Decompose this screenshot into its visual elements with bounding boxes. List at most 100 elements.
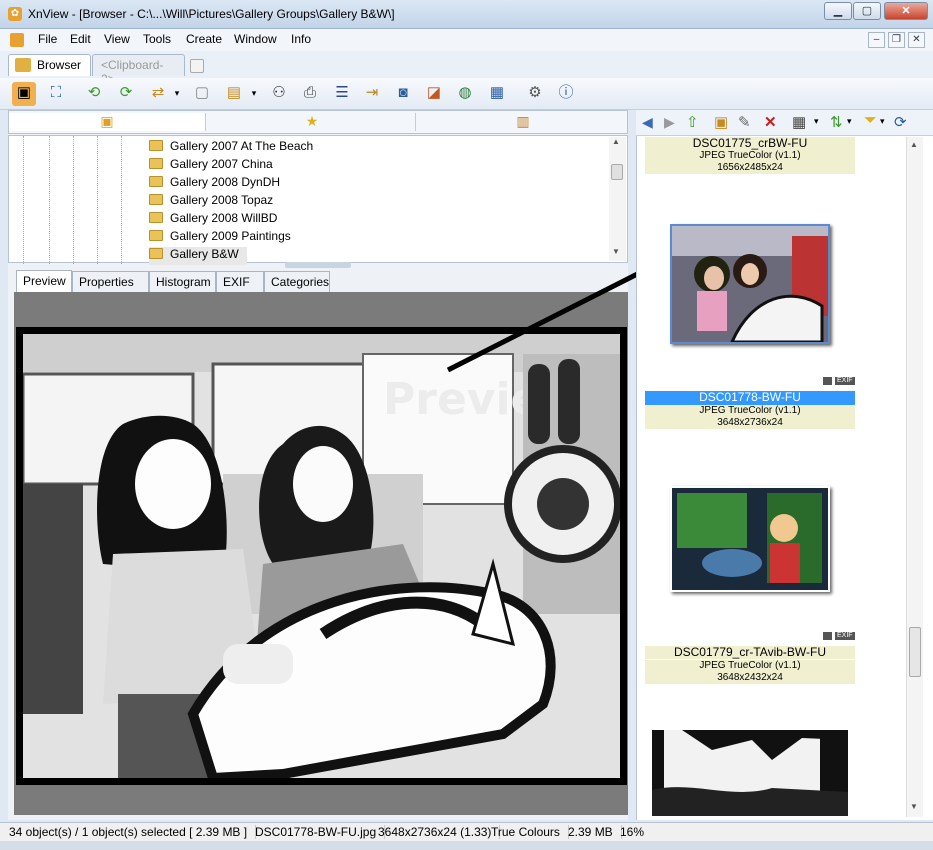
- thumbnail-scrollbar[interactable]: ▲ ▼: [906, 137, 923, 817]
- filter-icon[interactable]: ⏷: [864, 112, 877, 130]
- chevron-down-icon[interactable]: ▾: [814, 116, 819, 127]
- fullscreen-icon[interactable]: ⛶: [44, 82, 68, 106]
- folder-icon: [149, 248, 163, 259]
- favorites-tab[interactable]: ★: [209, 113, 416, 131]
- forward-icon[interactable]: ▶: [664, 114, 675, 131]
- menu-create[interactable]: Create: [186, 32, 222, 46]
- thumb-photo: [672, 226, 828, 344]
- delete-icon[interactable]: ✕: [764, 113, 777, 131]
- thumb-photo: [652, 730, 848, 816]
- tree-item[interactable]: Gallery 2008 WillBD: [149, 211, 277, 229]
- tab-categories[interactable]: Categories: [264, 271, 330, 293]
- splitter-grip[interactable]: [285, 262, 351, 268]
- move-to-icon[interactable]: ▤: [222, 82, 246, 106]
- close-button[interactable]: ✕: [884, 2, 928, 20]
- chevron-down-icon[interactable]: ▾: [847, 116, 852, 127]
- menu-info[interactable]: Info: [291, 32, 311, 46]
- find-icon[interactable]: ⚇: [267, 82, 291, 106]
- rename-icon[interactable]: ✎: [738, 113, 751, 131]
- mdi-restore-button[interactable]: ❐: [888, 32, 905, 48]
- tree-item[interactable]: Gallery 2008 DynDH: [149, 175, 280, 193]
- maximize-button[interactable]: ▢: [853, 2, 881, 20]
- refresh-icon[interactable]: ⟲: [82, 82, 106, 106]
- up-folder-icon[interactable]: ⇧: [686, 113, 699, 131]
- page-icon[interactable]: ▢: [190, 82, 214, 106]
- contact-sheet-icon[interactable]: ▦: [485, 82, 509, 106]
- web-icon[interactable]: ◍: [453, 82, 477, 106]
- copy-to-icon[interactable]: ⇄: [146, 82, 170, 106]
- chevron-down-icon[interactable]: ▾: [170, 82, 184, 106]
- tab-browser[interactable]: Browser: [8, 54, 91, 76]
- status-dims: 3648x2736x24 (1.33): [378, 825, 501, 839]
- back-icon[interactable]: ◀: [642, 114, 653, 131]
- tab-clipboard[interactable]: <Clipboard-2>: [92, 54, 185, 86]
- gear-icon[interactable]: ⚙: [523, 82, 547, 106]
- tree-item[interactable]: Gallery 2008 Topaz: [149, 193, 273, 211]
- print-icon[interactable]: ⎙: [298, 82, 322, 106]
- scan-icon[interactable]: ☰: [330, 82, 354, 106]
- scroll-up-icon[interactable]: ▲: [612, 137, 620, 146]
- thumb-name-selected[interactable]: DSC01778-BW-FU: [645, 391, 855, 405]
- minimize-button[interactable]: ▁: [824, 2, 852, 20]
- menu-bar: File Edit View Tools Create Window Info …: [0, 29, 933, 51]
- chevron-down-icon[interactable]: ▾: [247, 82, 261, 106]
- convert-icon[interactable]: ⇥: [360, 82, 384, 106]
- menu-view[interactable]: View: [104, 32, 130, 46]
- thumb-dims: 3648x2432x24: [645, 672, 855, 684]
- status-zoom: 16%: [620, 825, 645, 839]
- menu-tools[interactable]: Tools: [143, 32, 171, 46]
- tree-scrollbar[interactable]: ▲ ▼: [609, 137, 626, 261]
- tree-guide: [23, 136, 24, 264]
- tree-item-selected[interactable]: Gallery B&W: [149, 247, 247, 265]
- tab-exif[interactable]: EXIF: [216, 271, 264, 293]
- tree-item[interactable]: Gallery 2009 Paintings: [149, 229, 291, 247]
- menu-edit[interactable]: Edit: [70, 32, 91, 46]
- thumbnail-toolbar: ◀ ▶ ⇧ ▣ ✎ ✕ ▦ ▾ ⇅ ▾ ⏷ ▾ ⟳: [636, 110, 933, 136]
- sync-icon[interactable]: ⟳: [894, 113, 907, 131]
- mdi-minimize-button[interactable]: –: [868, 32, 885, 48]
- thumbnail-image[interactable]: [670, 486, 830, 592]
- mdi-close-button[interactable]: ✕: [908, 32, 925, 48]
- reload-icon[interactable]: ⟳: [114, 82, 138, 106]
- thumb-flag-icon: [823, 632, 832, 640]
- menu-file[interactable]: File: [38, 32, 57, 46]
- scroll-thumb[interactable]: [611, 164, 623, 180]
- left-pane-tabs: ▣ ★ ▥: [8, 110, 628, 134]
- info-icon[interactable]: ⓘ: [554, 82, 578, 106]
- tree-item[interactable]: Gallery 2007 China: [149, 157, 273, 175]
- camera-icon[interactable]: ◙: [391, 82, 415, 106]
- menu-window[interactable]: Window: [234, 32, 277, 46]
- scroll-up-icon[interactable]: ▲: [910, 140, 918, 149]
- tree-guide: [73, 136, 74, 264]
- thumb-type: JPEG TrueColor (v1.1): [645, 405, 855, 417]
- tree-item[interactable]: Gallery 2007 At The Beach: [149, 139, 313, 157]
- folder-icon: [149, 140, 163, 151]
- scroll-down-icon[interactable]: ▼: [910, 802, 918, 811]
- new-folder-icon[interactable]: ▣: [714, 113, 728, 131]
- tab-properties[interactable]: Properties: [72, 271, 149, 293]
- exif-badge: EXIF: [835, 632, 855, 640]
- preview-image: Preview: [16, 327, 627, 785]
- scroll-thumb[interactable]: [909, 627, 921, 677]
- tab-histogram[interactable]: Histogram: [149, 271, 216, 293]
- thumbnail-image[interactable]: [652, 730, 848, 816]
- thumb-name[interactable]: DSC01775_crBW-FU: [645, 137, 855, 150]
- slideshow-icon[interactable]: ◪: [422, 82, 446, 106]
- app-icon: ✿: [8, 7, 22, 21]
- status-file: DSC01778-BW-FU.jpg: [255, 825, 386, 839]
- status-size: 2.39 MB: [568, 825, 622, 839]
- open-icon[interactable]: ▣: [12, 82, 36, 106]
- categories-tab[interactable]: ▥: [419, 113, 627, 131]
- chevron-down-icon[interactable]: ▾: [880, 116, 885, 127]
- tab-preview[interactable]: Preview: [16, 270, 72, 293]
- window-title: XnView - [Browser - C:\...\Will\Pictures…: [28, 7, 395, 21]
- folders-tab[interactable]: ▣: [9, 113, 206, 131]
- book-icon: ▥: [516, 113, 530, 129]
- sort-icon[interactable]: ⇅: [830, 113, 843, 131]
- doc-icon: [10, 33, 24, 47]
- thumb-name[interactable]: DSC01779_cr-TAvib-BW-FU: [645, 646, 855, 659]
- new-tab-icon[interactable]: [190, 59, 204, 73]
- view-mode-icon[interactable]: ▦: [792, 113, 806, 131]
- thumbnail-image[interactable]: [670, 224, 830, 344]
- folder-icon: [149, 230, 163, 241]
